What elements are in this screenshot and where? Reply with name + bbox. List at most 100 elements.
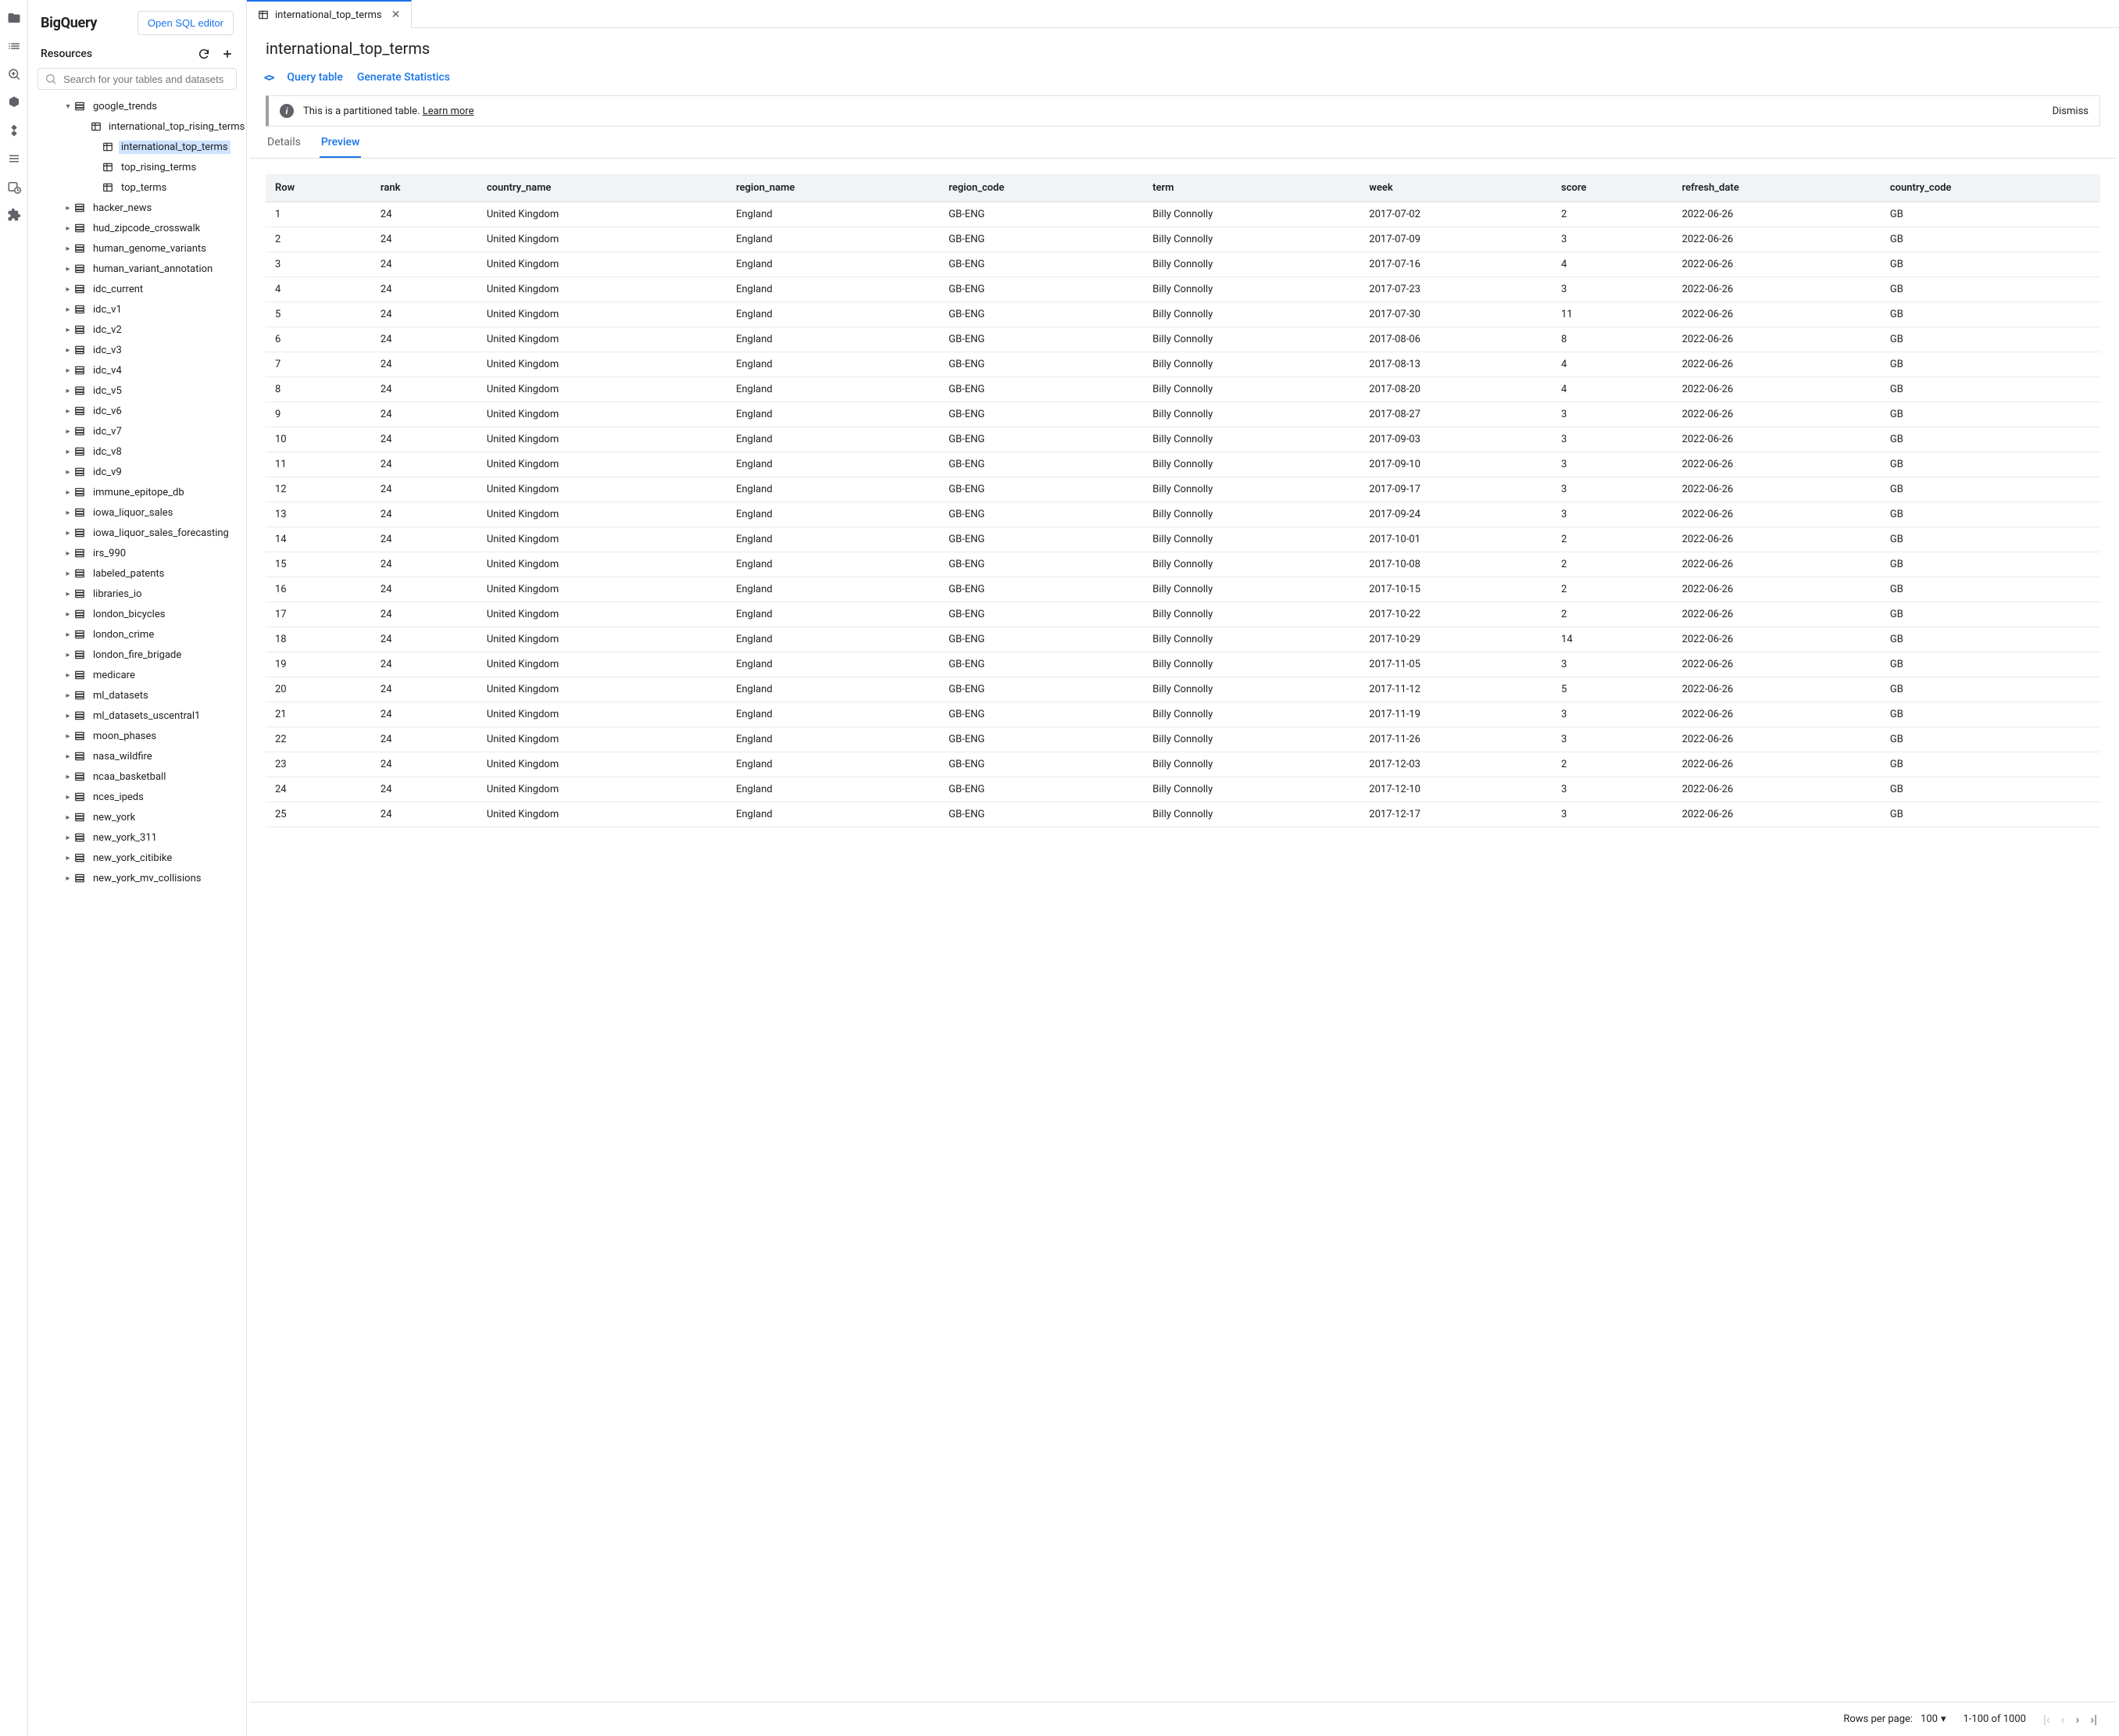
tree-dataset-iowa-liquor-sales-forecasting[interactable]: iowa_liquor_sales_forecasting — [28, 523, 246, 543]
tree-dataset-human-genome-variants[interactable]: human_genome_variants — [28, 238, 246, 259]
table-row[interactable]: 824United KingdomEnglandGB-ENGBilly Conn… — [266, 377, 2100, 402]
tree-dataset-iowa-liquor-sales[interactable]: iowa_liquor_sales — [28, 502, 246, 523]
tree-dataset-ncaa-basketball[interactable]: ncaa_basketball — [28, 766, 246, 787]
table-row[interactable]: 424United KingdomEnglandGB-ENGBilly Conn… — [266, 277, 2100, 302]
tree-dataset-idc-current[interactable]: idc_current — [28, 279, 246, 299]
extension-icon[interactable] — [7, 208, 21, 222]
table-row[interactable]: 224United KingdomEnglandGB-ENGBilly Conn… — [266, 227, 2100, 252]
tree-dataset-new-york[interactable]: new_york — [28, 807, 246, 827]
table-row[interactable]: 724United KingdomEnglandGB-ENGBilly Conn… — [266, 352, 2100, 377]
column-header[interactable]: term — [1143, 174, 1360, 202]
tree-dataset-new-york-mv-collisions[interactable]: new_york_mv_collisions — [28, 868, 246, 888]
tree-dataset-london-crime[interactable]: london_crime — [28, 624, 246, 645]
table-row[interactable]: 324United KingdomEnglandGB-ENGBilly Conn… — [266, 252, 2100, 277]
open-sql-editor-button[interactable]: Open SQL editor — [138, 11, 234, 35]
table-row[interactable]: 2424United KingdomEnglandGB-ENGBilly Con… — [266, 777, 2100, 802]
tree-dataset-london-bicycles[interactable]: london_bicycles — [28, 604, 246, 624]
tree-dataset-idc-v4[interactable]: idc_v4 — [28, 360, 246, 380]
table-row[interactable]: 2124United KingdomEnglandGB-ENGBilly Con… — [266, 702, 2100, 727]
tree-table-international-top-terms[interactable]: international_top_terms — [28, 137, 246, 157]
folder-icon[interactable] — [7, 11, 21, 25]
table-row[interactable]: 1924United KingdomEnglandGB-ENGBilly Con… — [266, 652, 2100, 677]
table-row[interactable]: 2024United KingdomEnglandGB-ENGBilly Con… — [266, 677, 2100, 702]
rows-per-page-select[interactable]: 100 ▾ — [1921, 1713, 1946, 1725]
add-icon[interactable] — [221, 48, 234, 60]
table-row[interactable]: 1024United KingdomEnglandGB-ENGBilly Con… — [266, 427, 2100, 452]
tree-dataset-irs-990[interactable]: irs_990 — [28, 543, 246, 563]
table-row[interactable]: 1324United KingdomEnglandGB-ENGBilly Con… — [266, 502, 2100, 527]
first-page-icon[interactable]: |‹ — [2043, 1712, 2050, 1727]
table-row[interactable]: 2524United KingdomEnglandGB-ENGBilly Con… — [266, 802, 2100, 827]
tree-dataset-human-variant-annotation[interactable]: human_variant_annotation — [28, 259, 246, 279]
tree-dataset-london-fire-brigade[interactable]: london_fire_brigade — [28, 645, 246, 665]
table-row[interactable]: 2224United KingdomEnglandGB-ENGBilly Con… — [266, 727, 2100, 752]
list-alt-icon[interactable] — [7, 152, 21, 166]
column-header[interactable]: country_name — [477, 174, 727, 202]
preview-table-wrap[interactable]: Rowrankcountry_nameregion_nameregion_cod… — [266, 174, 2100, 1702]
tree-dataset-idc-v8[interactable]: idc_v8 — [28, 441, 246, 462]
tree-dataset-new-york-311[interactable]: new_york_311 — [28, 827, 246, 848]
tree-dataset-nces-ipeds[interactable]: nces_ipeds — [28, 787, 246, 807]
tree-dataset-idc-v1[interactable]: idc_v1 — [28, 299, 246, 320]
tree-dataset-idc-v2[interactable]: idc_v2 — [28, 320, 246, 340]
tab-details[interactable]: Details — [266, 136, 302, 158]
diamond-icon[interactable] — [7, 123, 21, 138]
tree-dataset-hud-zipcode-crosswalk[interactable]: hud_zipcode_crosswalk — [28, 218, 246, 238]
table-row[interactable]: 124United KingdomEnglandGB-ENGBilly Conn… — [266, 202, 2100, 227]
search-box[interactable] — [38, 68, 237, 90]
column-header[interactable]: country_code — [1881, 174, 2100, 202]
tree-dataset-new-york-citibike[interactable]: new_york_citibike — [28, 848, 246, 868]
column-header[interactable]: refresh_date — [1673, 174, 1881, 202]
query-table-link[interactable]: Query table — [287, 71, 342, 84]
table-row[interactable]: 1224United KingdomEnglandGB-ENGBilly Con… — [266, 477, 2100, 502]
tree-dataset-ml-datasets-uscentral1[interactable]: ml_datasets_uscentral1 — [28, 705, 246, 726]
list-icon[interactable] — [7, 39, 21, 53]
tree-dataset-idc-v7[interactable]: idc_v7 — [28, 421, 246, 441]
refresh-icon[interactable] — [198, 48, 210, 60]
table-row[interactable]: 1824United KingdomEnglandGB-ENGBilly Con… — [266, 627, 2100, 652]
zoom-icon[interactable] — [7, 67, 21, 81]
table-row[interactable]: 624United KingdomEnglandGB-ENGBilly Conn… — [266, 327, 2100, 352]
tree-dataset-medicare[interactable]: medicare — [28, 665, 246, 685]
table-row[interactable]: 2324United KingdomEnglandGB-ENGBilly Con… — [266, 752, 2100, 777]
tree-dataset-idc-v6[interactable]: idc_v6 — [28, 401, 246, 421]
tree-dataset-libraries-io[interactable]: libraries_io — [28, 584, 246, 604]
table-row[interactable]: 1624United KingdomEnglandGB-ENGBilly Con… — [266, 577, 2100, 602]
column-header[interactable]: rank — [371, 174, 477, 202]
close-icon[interactable]: ✕ — [391, 9, 401, 21]
tree-dataset-idc-v5[interactable]: idc_v5 — [28, 380, 246, 401]
table-row[interactable]: 1524United KingdomEnglandGB-ENGBilly Con… — [266, 552, 2100, 577]
column-header[interactable]: week — [1360, 174, 1552, 202]
dismiss-button[interactable]: Dismiss — [2053, 105, 2089, 117]
tree-dataset-ml-datasets[interactable]: ml_datasets — [28, 685, 246, 705]
tree-table-international-top-rising-terms[interactable]: international_top_rising_terms — [28, 116, 246, 137]
tree-dataset-hacker-news[interactable]: hacker_news — [28, 198, 246, 218]
schedule-icon[interactable] — [7, 180, 21, 194]
resource-tree[interactable]: google_trendsinternational_top_rising_te… — [28, 96, 246, 1736]
column-header[interactable]: score — [1552, 174, 1673, 202]
tree-dataset-idc-v9[interactable]: idc_v9 — [28, 462, 246, 482]
tree-dataset-google-trends[interactable]: google_trends — [28, 96, 246, 116]
table-row[interactable]: 1724United KingdomEnglandGB-ENGBilly Con… — [266, 602, 2100, 627]
next-page-icon[interactable]: › — [2075, 1712, 2079, 1727]
tab-international-top-terms[interactable]: international_top_terms ✕ — [247, 0, 412, 28]
table-row[interactable]: 1424United KingdomEnglandGB-ENGBilly Con… — [266, 527, 2100, 552]
tab-preview[interactable]: Preview — [320, 136, 362, 158]
hexagon-icon[interactable] — [7, 95, 21, 109]
table-row[interactable]: 924United KingdomEnglandGB-ENGBilly Conn… — [266, 402, 2100, 427]
learn-more-link[interactable]: Learn more — [423, 105, 474, 117]
table-row[interactable]: 1124United KingdomEnglandGB-ENGBilly Con… — [266, 452, 2100, 477]
tree-dataset-moon-phases[interactable]: moon_phases — [28, 726, 246, 746]
column-header[interactable]: region_code — [939, 174, 1143, 202]
tree-dataset-labeled-patents[interactable]: labeled_patents — [28, 563, 246, 584]
table-row[interactable]: 524United KingdomEnglandGB-ENGBilly Conn… — [266, 302, 2100, 327]
column-header[interactable]: region_name — [727, 174, 939, 202]
tree-table-top-terms[interactable]: top_terms — [28, 177, 246, 198]
tree-dataset-idc-v3[interactable]: idc_v3 — [28, 340, 246, 360]
column-header[interactable]: Row — [266, 174, 371, 202]
tree-dataset-nasa-wildfire[interactable]: nasa_wildfire — [28, 746, 246, 766]
tree-dataset-immune-epitope-db[interactable]: immune_epitope_db — [28, 482, 246, 502]
generate-statistics-link[interactable]: Generate Statistics — [357, 71, 450, 84]
prev-page-icon[interactable]: ‹ — [2061, 1712, 2065, 1727]
search-input[interactable] — [63, 73, 230, 85]
